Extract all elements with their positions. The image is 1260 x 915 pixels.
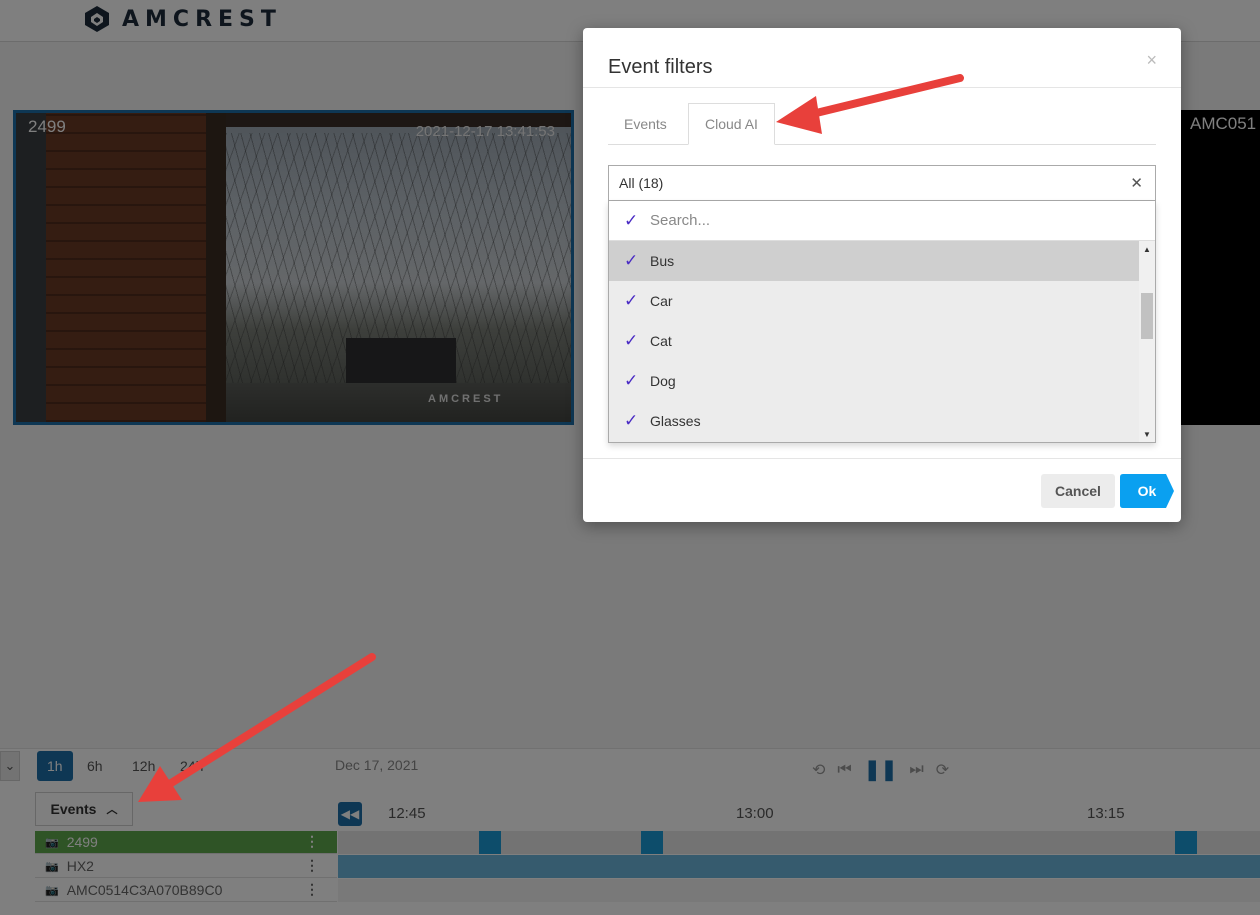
filter-option-cat[interactable]: ✓ Cat bbox=[609, 321, 1139, 361]
filter-option-label: Car bbox=[650, 293, 673, 309]
event-filters-dialog: Event filters × Events Cloud AI All (18)… bbox=[583, 28, 1181, 522]
filter-option-label: Bus bbox=[650, 253, 675, 269]
filter-select[interactable]: All (18) ✕ bbox=[608, 165, 1156, 201]
clear-icon[interactable]: ✕ bbox=[1130, 174, 1143, 192]
dialog-title: Event filters bbox=[608, 56, 713, 78]
checkmark-icon: ✓ bbox=[624, 210, 639, 230]
scroll-up-icon[interactable]: ▲ bbox=[1143, 245, 1151, 254]
filter-option-bus[interactable]: ✓ Bus bbox=[609, 241, 1139, 281]
dropdown-scrollbar[interactable]: ▲ ▼ bbox=[1139, 241, 1155, 442]
search-input[interactable]: Search... bbox=[650, 212, 710, 229]
tab-cloud-ai[interactable]: Cloud AI bbox=[688, 103, 775, 145]
filter-select-value: All (18) bbox=[619, 175, 664, 191]
cancel-button[interactable]: Cancel bbox=[1041, 474, 1115, 508]
checkmark-icon: ✓ bbox=[624, 331, 639, 350]
divider bbox=[583, 87, 1181, 88]
dropdown-search[interactable]: ✓ Search... bbox=[609, 201, 1155, 241]
ok-button[interactable]: Ok bbox=[1120, 474, 1174, 508]
ok-button-label: Ok bbox=[1137, 483, 1157, 499]
divider bbox=[583, 458, 1181, 459]
scroll-thumb[interactable] bbox=[1141, 293, 1153, 339]
filter-option-label: Glasses bbox=[650, 413, 701, 429]
checkmark-icon: ✓ bbox=[624, 291, 639, 310]
filter-option-label: Cat bbox=[650, 333, 672, 349]
checkmark-icon: ✓ bbox=[624, 251, 639, 270]
filter-option-glasses[interactable]: ✓ Glasses bbox=[609, 401, 1139, 441]
filter-dropdown: ✓ Search... ✓ Bus ✓ Car ✓ Cat ✓ Dog ✓ Gl… bbox=[608, 201, 1156, 443]
filter-option-label: Dog bbox=[650, 373, 676, 389]
filter-option-car[interactable]: ✓ Car bbox=[609, 281, 1139, 321]
close-icon[interactable]: × bbox=[1146, 50, 1157, 71]
filter-option-dog[interactable]: ✓ Dog bbox=[609, 361, 1139, 401]
scroll-down-icon[interactable]: ▼ bbox=[1143, 430, 1151, 439]
tab-events[interactable]: Events bbox=[608, 103, 683, 145]
checkmark-icon: ✓ bbox=[624, 371, 639, 390]
checkmark-icon: ✓ bbox=[624, 411, 639, 430]
